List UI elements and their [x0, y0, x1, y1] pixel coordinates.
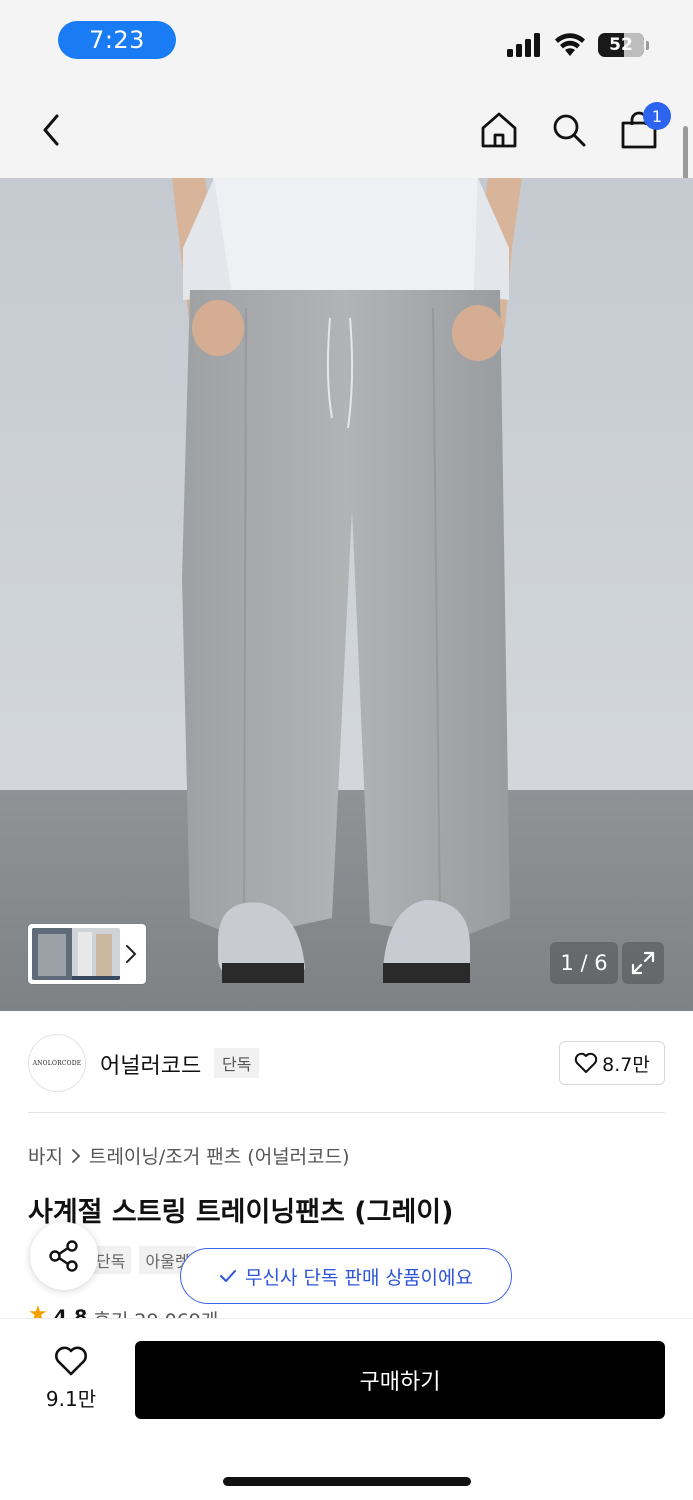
nav-actions: 1 — [479, 102, 671, 152]
cart-button[interactable]: 1 — [619, 102, 671, 152]
toast-text: 무신사 단독 판매 상품이에요 — [245, 1266, 473, 1289]
chevron-right-icon — [72, 1148, 81, 1163]
brand-logo-text: ANOLORCODE — [32, 1059, 82, 1067]
battery-level: 52 — [609, 35, 633, 55]
home-button[interactable] — [479, 108, 519, 152]
purchase-bar: 9.1만 구매하기 — [0, 1318, 693, 1500]
signal-icon — [507, 33, 540, 57]
thumbnail-image[interactable] — [32, 928, 120, 980]
heart-icon — [55, 1346, 87, 1375]
chevron-right-icon — [126, 945, 137, 963]
heart-icon — [574, 1052, 598, 1073]
thumbnail-strip[interactable] — [28, 924, 146, 984]
status-time: 7:23 — [58, 21, 176, 59]
home-indicator — [223, 1477, 471, 1486]
check-icon — [220, 1270, 237, 1282]
wishlist-button[interactable]: 9.1만 — [36, 1343, 106, 1413]
breadcrumb-category[interactable]: 바지 — [28, 1142, 63, 1169]
product-photo — [0, 178, 693, 1011]
breadcrumb-subcategory[interactable]: 트레이닝/조거 팬츠 (어널러코드) — [89, 1142, 350, 1169]
thumbnail-next-button[interactable] — [120, 928, 142, 980]
home-icon — [481, 112, 517, 148]
buy-button[interactable]: 구매하기 — [135, 1341, 665, 1419]
wifi-icon — [555, 33, 585, 56]
back-button[interactable] — [34, 110, 68, 150]
brand-name[interactable]: 어널러코드 — [100, 1048, 201, 1080]
brand-like-count: 8.7만 — [602, 1053, 650, 1076]
share-button[interactable] — [30, 1222, 98, 1290]
status-bar: 7:23 52 — [0, 0, 693, 86]
wishlist-count: 9.1만 — [45, 1386, 97, 1411]
product-gallery[interactable]: 1 / 6 — [0, 178, 693, 1011]
product-title: 사계절 스트링 트레이닝팬츠 (그레이) — [28, 1197, 454, 1228]
expand-icon — [631, 951, 655, 975]
image-counter: 1 / 6 — [550, 942, 618, 984]
brand-like-button[interactable]: 8.7만 — [559, 1041, 665, 1085]
expand-button[interactable] — [622, 942, 664, 984]
status-icons: 52 — [506, 30, 649, 60]
breadcrumb: 바지 트레이닝/조거 팬츠 (어널러코드) — [28, 1142, 350, 1169]
top-nav: 1 — [0, 86, 693, 178]
battery-icon: 52 — [598, 33, 644, 57]
exclusive-toast: 무신사 단독 판매 상품이에요 — [180, 1248, 512, 1304]
search-button[interactable] — [549, 108, 589, 152]
divider — [28, 1112, 665, 1113]
back-icon — [43, 114, 59, 146]
brand-logo[interactable]: ANOLORCODE — [28, 1034, 86, 1092]
cart-badge: 1 — [643, 102, 671, 130]
search-icon — [553, 114, 586, 147]
brand-exclusive-tag: 단독 — [214, 1048, 260, 1078]
brand-row[interactable]: ANOLORCODE 어널러코드 단독 8.7만 — [28, 1034, 665, 1092]
share-icon — [49, 1240, 78, 1272]
